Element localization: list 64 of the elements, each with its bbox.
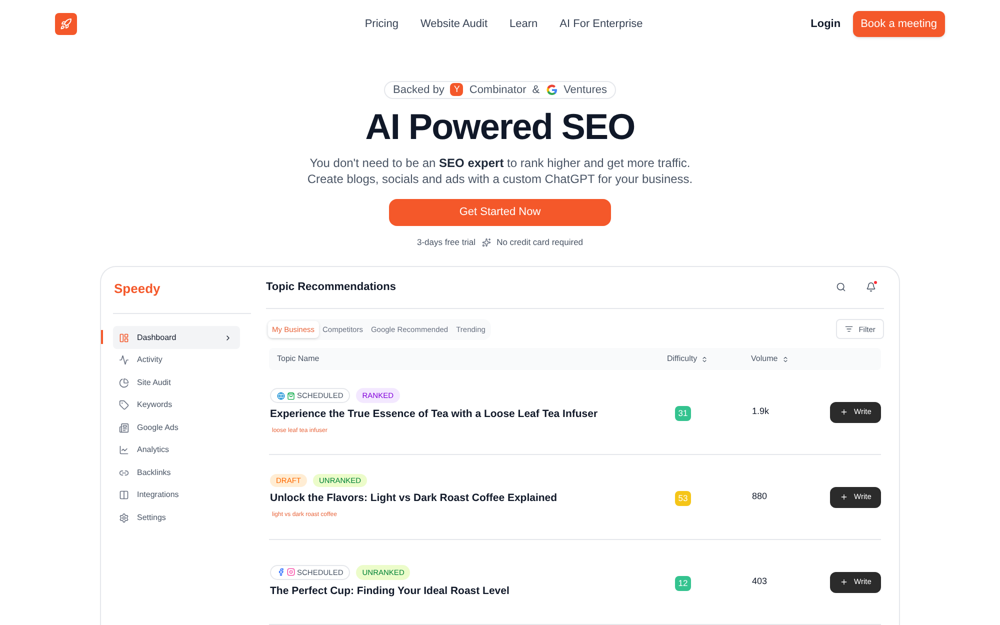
difficulty-score: 53 — [675, 490, 691, 506]
nav-link[interactable]: AI For Enterprise — [560, 16, 643, 32]
pie-chart-icon — [119, 378, 129, 388]
chart-icon — [119, 445, 129, 455]
notification-bell-icon[interactable] — [866, 282, 876, 292]
globe-icon — [277, 392, 285, 400]
nav-link[interactable]: Pricing — [364, 16, 398, 32]
settings-icon — [119, 512, 129, 522]
sidebar-item[interactable]: Google Ads — [113, 416, 240, 439]
sort-icon — [701, 356, 708, 362]
column-header[interactable]: Difficulty — [667, 353, 751, 365]
credit-card-note: No credit card required — [496, 236, 584, 249]
sidebar-item[interactable]: Activity — [113, 348, 240, 372]
page-title: Topic Recommendations — [266, 280, 396, 295]
difficulty-score: 12 — [675, 576, 691, 591]
speedy-logo: Speedy — [114, 280, 162, 298]
hero-subtitle: You don't need to be an SEO expert to rank higher and get more traffic. — [310, 155, 690, 172]
ampersand: & — [532, 82, 540, 98]
nav-link[interactable]: Learn — [510, 16, 538, 32]
hero-title: AI Powered SEO — [365, 105, 635, 150]
topic-title: Unlock the Flavors: Light vs Dark Roast Coffee Explained — [270, 491, 558, 506]
columns-icon — [119, 490, 129, 500]
combinator-label: Combinator — [469, 82, 526, 98]
shopping-bag-icon — [287, 392, 295, 400]
plus-icon — [840, 578, 848, 586]
nav-link[interactable]: Website Audit — [420, 16, 488, 32]
sidebar-item[interactable]: Integrations — [113, 484, 240, 506]
plus-icon — [840, 408, 848, 416]
ventures-label: Ventures — [564, 82, 607, 98]
sort-icon — [782, 356, 789, 362]
column-header[interactable]: Volume — [751, 353, 789, 365]
camera-icon — [287, 568, 295, 576]
column-header: Topic Name — [276, 353, 320, 365]
sidebar-item[interactable]: Keywords — [113, 394, 240, 416]
filter-icon — [844, 325, 853, 334]
volume-value: 403 — [751, 575, 768, 588]
activity-icon — [119, 355, 129, 365]
volume-value: 1.9k — [751, 405, 770, 418]
chevron-icon — [224, 334, 232, 342]
link-icon — [119, 468, 129, 478]
sidebar-item[interactable]: Backlinks — [113, 461, 240, 484]
sidebar-item[interactable]: Dashboard — [113, 326, 240, 349]
hero-subtitle: Create blogs, socials and ads with a custom ChatGPT for your business. — [307, 171, 693, 188]
active-indicator — [101, 330, 103, 344]
backed-label: Backed by — [393, 82, 444, 98]
google-g-icon — [546, 84, 558, 96]
login-link[interactable]: Login — [810, 16, 841, 32]
facebook-icon — [277, 568, 285, 576]
sidebar-item[interactable]: Settings — [113, 506, 240, 529]
newspaper-icon — [119, 422, 129, 432]
search-icon[interactable] — [836, 282, 846, 292]
yc-logo: Y — [450, 83, 464, 96]
difficulty-score: 31 — [675, 406, 691, 421]
sidebar-item[interactable]: Site Audit — [113, 371, 240, 394]
volume-value: 880 — [751, 490, 768, 504]
sparkle-icon — [482, 238, 491, 247]
tag-icon — [119, 400, 129, 410]
topic-title: The Perfect Cup: Finding Your Ideal Roast Level — [270, 584, 510, 599]
sidebar-item[interactable]: Analytics — [113, 438, 240, 462]
topic-title: Experience the True Essence of Tea with a Loose Leaf Tea Infuser — [270, 407, 599, 422]
trial-note: 3-days free trial — [416, 236, 476, 249]
plus-icon — [840, 493, 848, 501]
logo-icon[interactable] — [55, 12, 77, 35]
layout-icon — [119, 332, 129, 342]
